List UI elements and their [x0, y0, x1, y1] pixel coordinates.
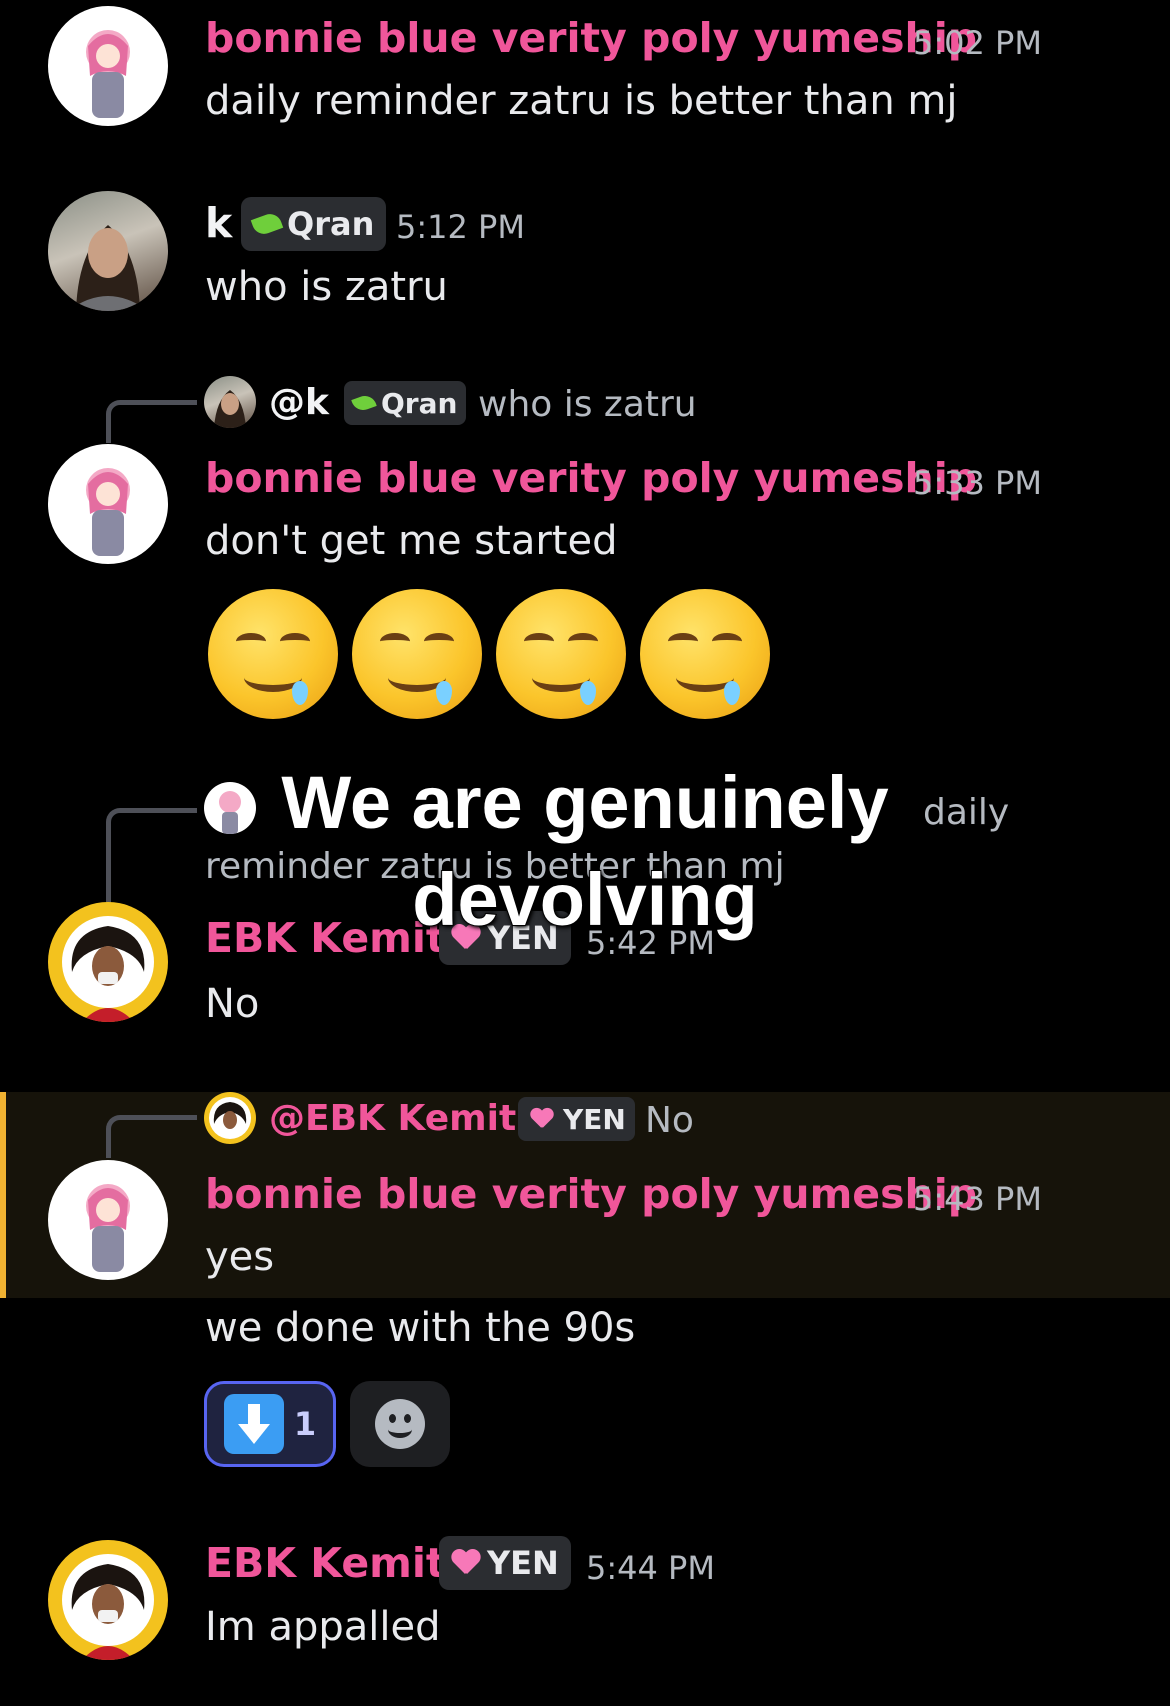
heart-icon — [530, 1109, 554, 1130]
message-text: who is zatru — [205, 264, 448, 310]
tag-label: YEN — [563, 1102, 626, 1136]
author-name[interactable]: bonnie blue verity poly yumeship — [205, 454, 977, 502]
timestamp: 5:12 PM — [396, 208, 525, 246]
message-text: yes — [205, 1234, 275, 1280]
leaf-icon — [351, 392, 377, 414]
author-name[interactable]: bonnie blue verity poly yumeship — [205, 14, 977, 62]
add-reaction-button[interactable] — [350, 1381, 450, 1467]
drooling-face-icon — [640, 589, 770, 719]
tag-label: Qran — [381, 386, 458, 420]
reaction-count: 1 — [293, 1405, 317, 1443]
reply-text[interactable]: No — [645, 1100, 694, 1141]
message-text: Im appalled — [205, 1604, 441, 1650]
reaction-down-arrow[interactable]: 1 — [204, 1381, 336, 1467]
reply-author[interactable]: @EBK Kemit — [269, 1098, 516, 1139]
reply-text[interactable]: who is zatru — [478, 384, 697, 425]
video-caption-line2: devolving — [411, 857, 758, 942]
server-tag[interactable]: Qran — [344, 381, 467, 425]
leaf-icon — [250, 210, 284, 238]
reply-avatar[interactable] — [204, 376, 256, 428]
author-name[interactable]: k — [205, 199, 232, 247]
message-text: No — [205, 981, 260, 1027]
reply-text-end[interactable]: daily — [923, 792, 1009, 833]
drooling-face-icon — [208, 589, 338, 719]
add-reaction-icon — [375, 1399, 425, 1449]
drooling-face-icon — [352, 589, 482, 719]
avatar[interactable] — [48, 902, 168, 1022]
reply-connector — [106, 400, 197, 443]
reply-connector — [106, 808, 197, 903]
tag-label: YEN — [487, 1544, 559, 1582]
drooling-face-icon — [496, 589, 626, 719]
timestamp: 5:44 PM — [586, 1549, 715, 1587]
timestamp: 5:02 PM — [913, 24, 1042, 62]
reply-connector — [106, 1115, 197, 1158]
heart-icon — [451, 1550, 481, 1576]
reply-author[interactable]: @k — [269, 382, 329, 423]
avatar[interactable] — [48, 444, 168, 564]
avatar[interactable] — [48, 1540, 168, 1660]
author-name[interactable]: bonnie blue verity poly yumeship — [205, 1170, 977, 1218]
author-name[interactable]: EBK Kemit — [205, 1539, 446, 1587]
server-tag[interactable]: YEN — [439, 1536, 571, 1590]
tag-label: Qran — [287, 205, 375, 243]
video-caption-line1: We are genuinely — [280, 760, 889, 845]
timestamp: 5:43 PM — [913, 1180, 1042, 1218]
message-text: daily reminder zatru is better than mj — [205, 78, 958, 124]
message-text: don't get me started — [205, 518, 618, 564]
server-tag[interactable]: YEN — [518, 1097, 635, 1141]
avatar[interactable] — [48, 6, 168, 126]
avatar[interactable] — [48, 191, 168, 311]
server-tag[interactable]: Qran — [241, 197, 387, 251]
message-text: we done with the 90s — [205, 1305, 636, 1351]
timestamp: 5:33 PM — [913, 464, 1042, 502]
down-arrow-icon — [223, 1394, 284, 1454]
reply-avatar[interactable] — [204, 1092, 256, 1144]
avatar[interactable] — [48, 1160, 168, 1280]
